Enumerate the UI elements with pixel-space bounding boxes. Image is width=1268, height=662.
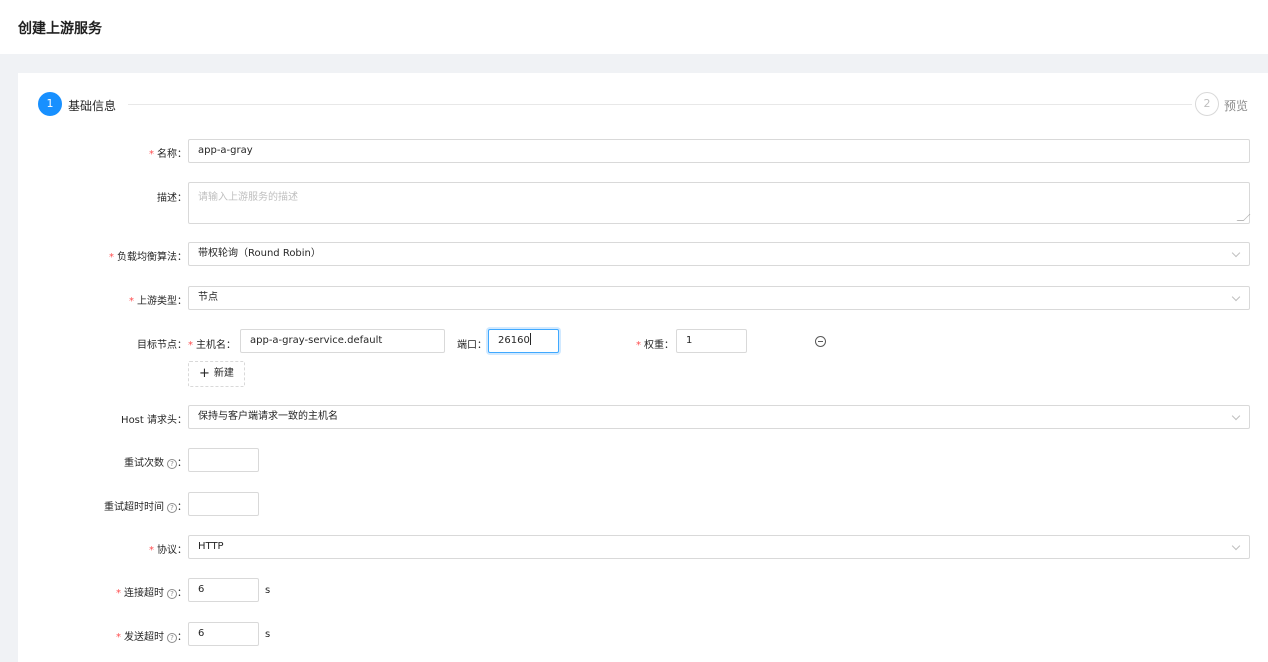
upstream-type-value: 节点 — [198, 292, 218, 303]
host-header-label: Host 请求头： — [121, 415, 187, 426]
form-row-connect-timeout: * 连接超时?： 6 s — [18, 578, 1268, 602]
form-row-name: * 名称： app-a-gray — [18, 139, 1268, 163]
target-node-label: 目标节点： — [137, 340, 187, 351]
protocol-value: HTTP — [198, 541, 224, 552]
send-timeout-input[interactable]: 6 — [188, 622, 259, 646]
page-title: 创建上游服务 — [18, 21, 102, 37]
question-circle-icon[interactable]: ? — [167, 503, 177, 513]
form-row-upstream-type: * 上游类型： 节点 — [18, 286, 1268, 310]
step-connector — [128, 104, 1192, 105]
algorithm-select[interactable]: 带权轮询（Round Robin） — [188, 242, 1250, 266]
plus-icon: + — [199, 366, 210, 381]
host-header-select[interactable]: 保持与客户端请求一致的主机名 — [188, 405, 1250, 429]
question-circle-icon[interactable]: ? — [167, 589, 177, 599]
connect-timeout-input[interactable]: 6 — [188, 578, 259, 602]
chevron-down-icon — [1231, 541, 1241, 551]
chevron-down-icon — [1231, 248, 1241, 258]
connect-timeout-label: * 连接超时?： — [116, 588, 187, 599]
retry-timeout-label: 重试超时时间?： — [104, 502, 187, 513]
minus-circle-icon[interactable] — [815, 336, 826, 347]
upstream-type-select[interactable]: 节点 — [188, 286, 1250, 310]
description-textarea[interactable]: 请输入上游服务的描述 — [188, 182, 1251, 224]
description-label: 描述： — [157, 193, 187, 204]
question-circle-icon[interactable]: ? — [167, 459, 177, 469]
retries-input[interactable] — [188, 448, 259, 472]
name-label: * 名称： — [149, 149, 187, 160]
port-input[interactable]: 26160 — [488, 329, 559, 353]
algorithm-value: 带权轮询（Round Robin） — [198, 248, 321, 259]
form-row-retries: 重试次数?： — [18, 448, 1268, 472]
retry-timeout-input[interactable] — [188, 492, 259, 516]
resize-handle-icon[interactable] — [1236, 214, 1251, 221]
add-node-button[interactable]: + 新建 — [188, 361, 245, 387]
step-1-title[interactable]: 基础信息 — [68, 97, 116, 114]
port-label: 端口： — [457, 340, 487, 351]
chevron-down-icon — [1231, 411, 1241, 421]
host-header-value: 保持与客户端请求一致的主机名 — [198, 411, 338, 422]
protocol-label: * 协议： — [149, 545, 187, 556]
step-1-number[interactable]: 1 — [38, 92, 62, 116]
form-row-algorithm: * 负载均衡算法： 带权轮询（Round Robin） — [18, 242, 1268, 266]
form-row-send-timeout: * 发送超时?： 6 s — [18, 622, 1268, 646]
form-row-host-header: Host 请求头： 保持与客户端请求一致的主机名 — [18, 405, 1268, 429]
upstream-type-label: * 上游类型： — [129, 296, 187, 307]
form-row-target-node: 目标节点： * 主机名： app-a-gray-service.default 端… — [18, 329, 1268, 389]
algorithm-label: * 负载均衡算法： — [109, 252, 187, 263]
page-header: 创建上游服务 — [0, 0, 1268, 54]
weight-label: * 权重： — [636, 340, 674, 351]
protocol-select[interactable]: HTTP — [188, 535, 1250, 559]
question-circle-icon[interactable]: ? — [167, 633, 177, 643]
host-label: * 主机名： — [188, 340, 236, 351]
retries-label: 重试次数?： — [124, 458, 187, 469]
form-row-protocol: * 协议： HTTP — [18, 535, 1268, 559]
form-row-description: 描述： 请输入上游服务的描述 — [18, 182, 1268, 224]
weight-input[interactable]: 1 — [676, 329, 747, 353]
step-2-number[interactable]: 2 — [1195, 92, 1219, 116]
steps-bar: 1 基础信息 2 预览 — [18, 73, 1268, 135]
form-row-retry-timeout: 重试超时时间?： — [18, 492, 1268, 516]
connect-timeout-unit: s — [265, 585, 271, 596]
name-input[interactable]: app-a-gray — [188, 139, 1250, 163]
description-placeholder: 请输入上游服务的描述 — [198, 192, 298, 203]
step-2-title[interactable]: 预览 — [1224, 97, 1248, 114]
send-timeout-unit: s — [265, 629, 271, 640]
chevron-down-icon — [1231, 292, 1241, 302]
host-input[interactable]: app-a-gray-service.default — [240, 329, 445, 353]
send-timeout-label: * 发送超时?： — [116, 632, 187, 643]
form-card: 1 基础信息 2 预览 * 名称： app-a-gray 描述： 请输入上游服务的… — [18, 73, 1268, 662]
